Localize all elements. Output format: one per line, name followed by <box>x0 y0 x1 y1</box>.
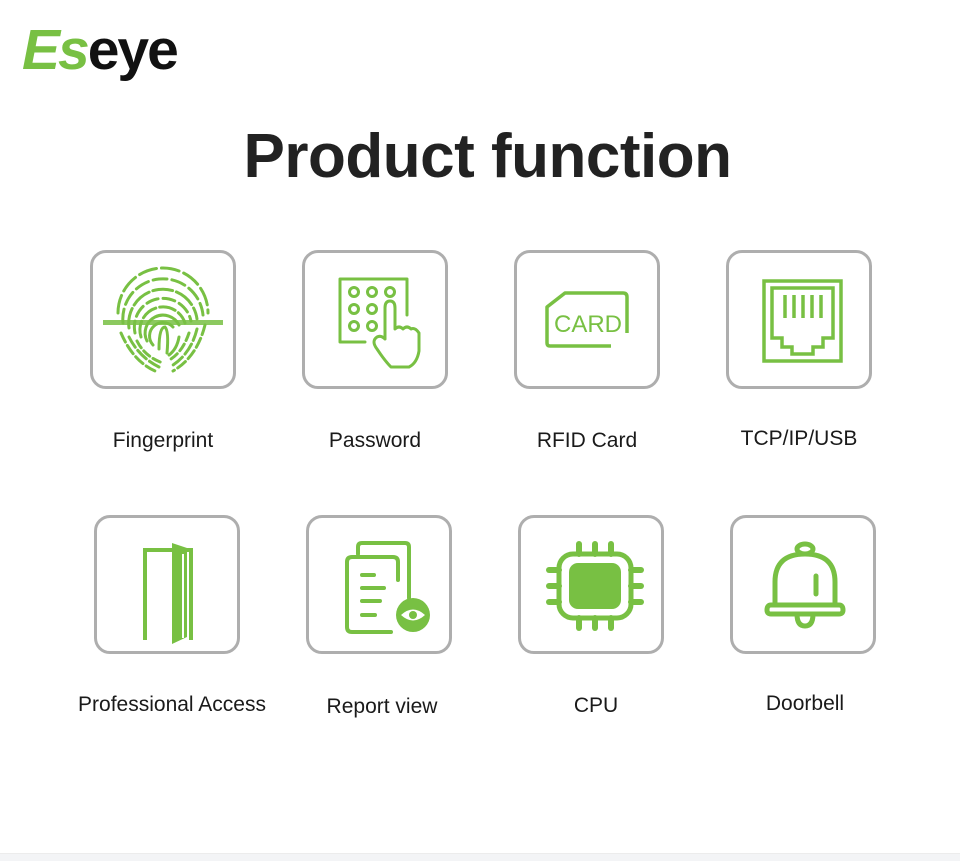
ethernet-port-icon <box>762 279 843 363</box>
brand-logo-part1: Es <box>22 18 90 82</box>
feature-label-fingerprint: Fingerprint <box>112 429 214 452</box>
footer-divider <box>0 853 960 861</box>
feature-label-rfid-card: RFID Card <box>536 429 638 452</box>
page-title: Product function <box>243 122 732 191</box>
feature-label-cpu: CPU <box>573 694 619 717</box>
rfid-card-icon-text: CARD <box>554 311 622 338</box>
feature-card-fingerprint <box>90 250 236 389</box>
feature-label-professional-access: Professional Access <box>78 693 266 716</box>
feature-label-tcp-ip-usb: TCP/IP/USB <box>740 427 858 450</box>
feature-card-rfid: CARD <box>514 250 660 389</box>
cpu-chip-icon <box>546 541 644 631</box>
feature-card-tcp-ip-usb <box>726 250 872 389</box>
keypad-icon <box>338 277 421 369</box>
feature-label-password: Password <box>328 429 422 452</box>
feature-card-report-view <box>306 515 452 654</box>
report-view-icon <box>345 541 430 634</box>
feature-label-report-view: Report view <box>326 695 438 718</box>
feature-card-doorbell <box>730 515 876 654</box>
feature-card-cpu <box>518 515 664 654</box>
brand-logo-part2: eye <box>87 18 179 82</box>
feature-card-professional-access <box>94 515 240 654</box>
door-icon <box>143 543 193 644</box>
feature-card-password <box>302 250 448 389</box>
fingerprint-icon <box>103 266 223 373</box>
rfid-card-icon: CARD <box>545 291 629 348</box>
brand-logo: Eseye <box>22 22 179 79</box>
bell-icon <box>764 541 846 629</box>
feature-label-doorbell: Doorbell <box>765 692 845 715</box>
